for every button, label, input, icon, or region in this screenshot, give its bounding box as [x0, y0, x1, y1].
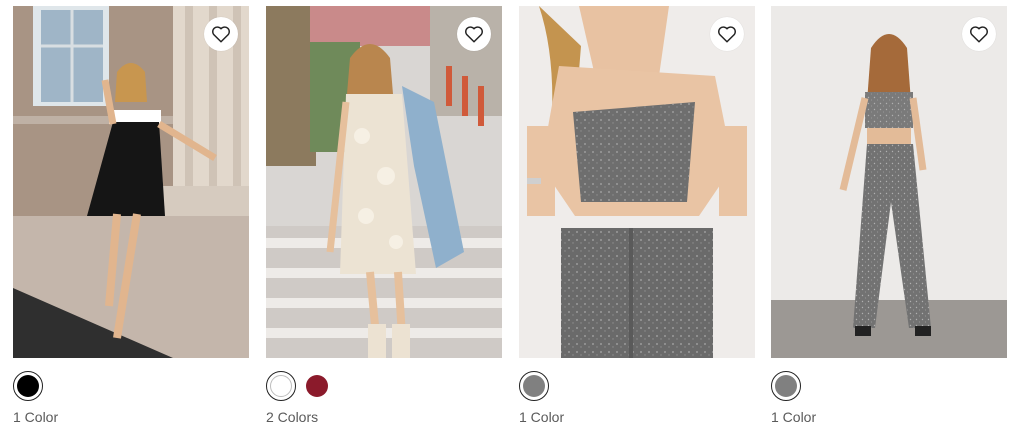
heart-outline-icon [212, 26, 230, 43]
color-swatches [266, 370, 502, 402]
product-card[interactable]: 1 Color [13, 6, 249, 425]
swatch-color [17, 375, 39, 397]
color-swatch-black[interactable] [13, 371, 43, 401]
favorite-button[interactable] [962, 17, 996, 51]
favorite-button[interactable] [710, 17, 744, 51]
heart-outline-icon [465, 26, 483, 43]
product-image[interactable] [266, 6, 502, 358]
product-image-link[interactable] [13, 6, 249, 358]
color-swatch-burgundy[interactable] [302, 371, 332, 401]
product-card[interactable]: 1 Color [771, 6, 1007, 425]
color-swatches [771, 370, 1007, 402]
color-swatch-grey[interactable] [519, 371, 549, 401]
product-grid: 1 Color 2 Colors 1 Color 1 Color [0, 0, 1024, 425]
swatch-color [270, 375, 292, 397]
product-image-link[interactable] [519, 6, 755, 358]
product-image[interactable] [519, 6, 755, 358]
color-swatches [13, 370, 249, 402]
heart-outline-icon [718, 26, 736, 43]
swatch-color [523, 375, 545, 397]
product-image-link[interactable] [771, 6, 1007, 358]
color-count: 1 Color [13, 409, 59, 425]
color-count: 2 Colors [266, 409, 319, 425]
swatch-color [775, 375, 797, 397]
color-count: 1 Color [771, 409, 817, 425]
color-count: 1 Color [519, 409, 565, 425]
product-image[interactable] [771, 6, 1007, 358]
product-image-link[interactable] [266, 6, 502, 358]
favorite-button[interactable] [457, 17, 491, 51]
color-swatch-grey[interactable] [771, 371, 801, 401]
color-swatches [519, 370, 755, 402]
color-swatch-white[interactable] [266, 371, 296, 401]
product-image[interactable] [13, 6, 249, 358]
product-card[interactable]: 1 Color [519, 6, 755, 425]
swatch-color [306, 375, 328, 397]
heart-outline-icon [970, 26, 988, 43]
product-card[interactable]: 2 Colors [266, 6, 502, 425]
favorite-button[interactable] [204, 17, 238, 51]
